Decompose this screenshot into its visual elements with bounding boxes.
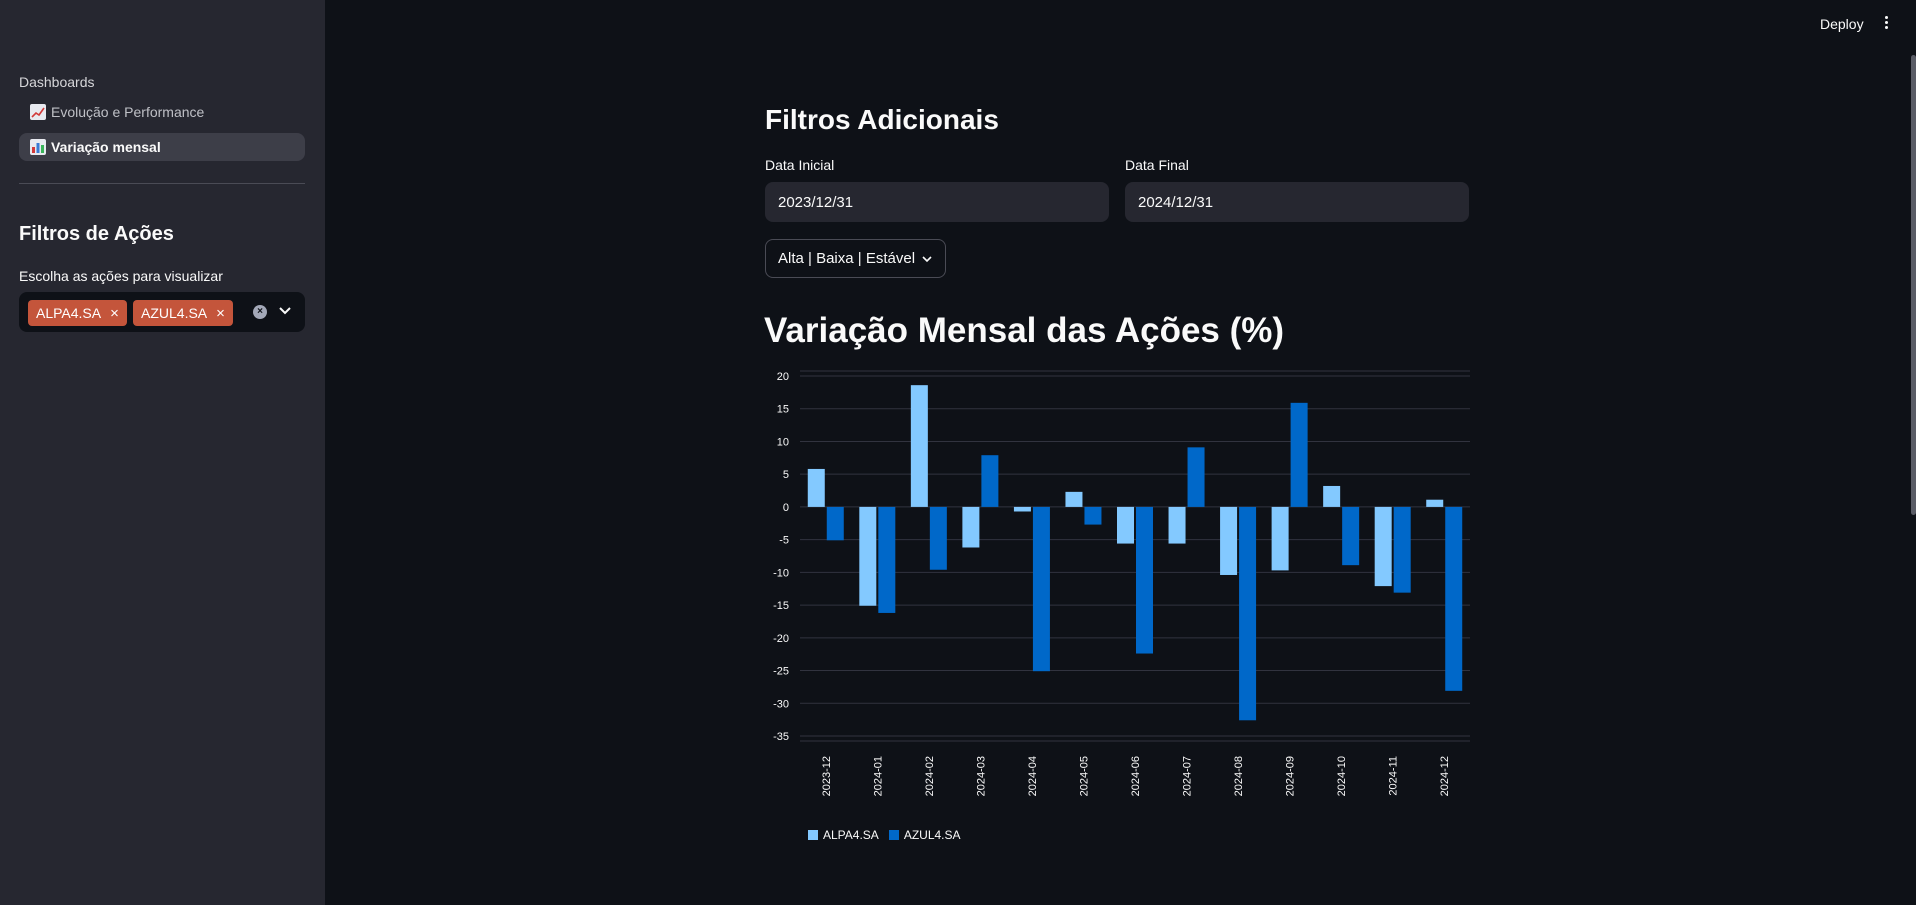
- sidebar: Dashboards Evolução e Performance Variaç…: [0, 0, 325, 905]
- x-tick-label: 2024-12: [1439, 756, 1451, 796]
- tag-label: AZUL4.SA: [141, 305, 208, 321]
- y-tick-label: -10: [773, 567, 789, 579]
- y-tick-label: 0: [783, 502, 789, 514]
- filters-title: Filtros de Ações: [19, 223, 174, 245]
- nav-heading: Dashboards: [19, 74, 95, 90]
- tag-label: ALPA4.SA: [36, 305, 102, 321]
- chart-title: Variação Mensal das Ações (%): [764, 311, 1285, 350]
- x-tick-label: 2024-06: [1130, 756, 1142, 796]
- sidebar-item-variacao[interactable]: Variação mensal: [19, 133, 305, 161]
- monthly-variation-chart: 20 15 10 5 0 -5 -10 -15 -20 -25 -30 -35 2023-12 2024-…: [773, 370, 1470, 796]
- legend-item-azul4[interactable]: AZUL4.SA: [888, 828, 961, 842]
- bar-alpa4-sa-2024-11[interactable]: [1374, 506, 1392, 587]
- y-tick-label: 5: [783, 469, 789, 481]
- y-tick-label: 15: [777, 404, 789, 416]
- bar-alpa4-sa-2024-10[interactable]: [1323, 485, 1341, 507]
- y-tick-label: -20: [773, 633, 789, 645]
- bar-azul4-sa-2023-12[interactable]: [826, 506, 844, 541]
- bar-alpa4-sa-2024-09[interactable]: [1271, 506, 1289, 571]
- main-menu-icon[interactable]: [1881, 16, 1891, 34]
- bar-alpa4-sa-2024-12[interactable]: [1426, 499, 1444, 507]
- bar-azul4-sa-2024-10[interactable]: [1342, 506, 1360, 566]
- x-tick-label: 2024-05: [1078, 756, 1090, 796]
- x-tick-label: 2024-02: [924, 756, 936, 796]
- chart-legend: ALPA4.SA AZUL4.SA: [808, 828, 971, 842]
- bar-azul4-sa-2024-08[interactable]: [1239, 506, 1257, 721]
- bar-azul4-sa-2024-02[interactable]: [929, 506, 947, 570]
- tag-alpa4: ALPA4.SA ×: [28, 300, 127, 326]
- select-label: Escolha as ações para visualizar: [19, 268, 223, 284]
- bar-alpa4-sa-2024-07[interactable]: [1168, 506, 1186, 544]
- y-tick-label: -35: [773, 731, 789, 743]
- legend-item-alpa4[interactable]: ALPA4.SA: [808, 828, 879, 842]
- y-tick-label: -25: [773, 666, 789, 678]
- sidebar-item-label: Evolução e Performance: [51, 104, 205, 120]
- start-date-label: Data Inicial: [765, 157, 835, 173]
- bar-azul4-sa-2024-06[interactable]: [1136, 506, 1153, 654]
- legend-swatch: [808, 830, 818, 840]
- y-tick-label: -30: [773, 698, 789, 710]
- start-date-input[interactable]: [765, 182, 1109, 222]
- bar-azul4-sa-2024-11[interactable]: [1393, 506, 1411, 593]
- remove-tag-icon[interactable]: ×: [216, 305, 225, 322]
- y-tick-label: 10: [777, 436, 789, 448]
- bar-azul4-sa-2024-03[interactable]: [981, 455, 999, 507]
- end-date-input[interactable]: [1125, 182, 1469, 222]
- bar-alpa4-sa-2024-06[interactable]: [1117, 506, 1134, 544]
- bar-azul4-sa-2024-07[interactable]: [1187, 447, 1205, 507]
- bar-azul4-sa-2024-01[interactable]: [878, 506, 896, 613]
- sidebar-item-label: Variação mensal: [51, 139, 161, 155]
- bar-alpa4-sa-2024-04[interactable]: [1013, 506, 1031, 512]
- x-tick-label: 2023-12: [821, 756, 833, 796]
- x-tick-label: 2024-09: [1285, 756, 1297, 796]
- trend-dropdown[interactable]: Alta | Baixa | Estável: [765, 239, 947, 278]
- x-tick-label: 2024-04: [1027, 756, 1039, 796]
- bar-alpa4-sa-2024-01[interactable]: [859, 506, 877, 606]
- trend-dropdown-label: Alta | Baixa | Estável: [778, 250, 916, 267]
- bar-chart-icon: [30, 139, 46, 155]
- chart-increasing-icon: [30, 104, 46, 120]
- x-tick-label: 2024-10: [1336, 756, 1348, 796]
- stock-multiselect[interactable]: ALPA4.SA × AZUL4.SA × ×: [19, 292, 305, 332]
- bar-alpa4-sa-2024-05[interactable]: [1065, 491, 1083, 507]
- bar-alpa4-sa-2024-02[interactable]: [910, 385, 928, 507]
- legend-swatch: [888, 830, 899, 840]
- deploy-button[interactable]: Deploy: [1820, 16, 1864, 32]
- sidebar-item-evolucao[interactable]: Evolução e Performance: [19, 98, 305, 126]
- end-date-label: Data Final: [1125, 157, 1189, 173]
- page-section-title: Filtros Adicionais: [765, 104, 999, 135]
- tag-azul4: AZUL4.SA ×: [133, 300, 233, 326]
- y-tick-label: 20: [777, 371, 789, 383]
- chevron-down-icon[interactable]: [277, 302, 293, 320]
- x-tick-label: 2024-08: [1233, 756, 1245, 796]
- y-tick-label: -5: [779, 535, 789, 547]
- bar-azul4-sa-2024-09[interactable]: [1290, 402, 1308, 507]
- bar-alpa4-sa-2023-12[interactable]: [807, 468, 825, 507]
- bar-alpa4-sa-2024-03[interactable]: [962, 506, 980, 548]
- bar-alpa4-sa-2024-08[interactable]: [1220, 506, 1238, 575]
- legend-label: AZUL4.SA: [903, 828, 961, 842]
- x-tick-label: 2024-07: [1182, 756, 1194, 796]
- bar-azul4-sa-2024-12[interactable]: [1445, 506, 1463, 691]
- x-tick-label: 2024-03: [975, 756, 987, 796]
- x-tick-label: 2024-11: [1388, 756, 1400, 796]
- scrollbar[interactable]: [1911, 55, 1916, 515]
- y-tick-label: -15: [773, 600, 789, 612]
- chevron-down-icon: [922, 255, 932, 262]
- x-tick-label: 2024-01: [872, 756, 884, 796]
- sidebar-divider: [19, 183, 305, 184]
- remove-tag-icon[interactable]: ×: [110, 305, 119, 322]
- clear-all-icon[interactable]: ×: [253, 305, 267, 319]
- legend-label: ALPA4.SA: [823, 828, 879, 842]
- bar-azul4-sa-2024-05[interactable]: [1084, 506, 1102, 525]
- bar-azul4-sa-2024-04[interactable]: [1032, 506, 1050, 672]
